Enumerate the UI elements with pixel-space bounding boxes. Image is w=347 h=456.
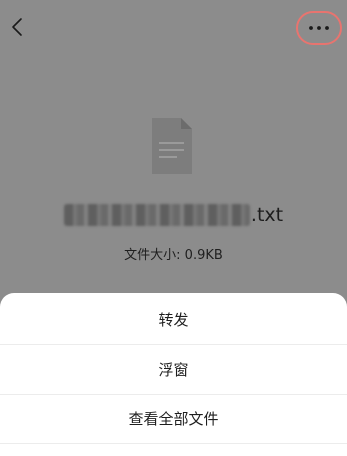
- file-preview-screen: .txt 文件大小: 0.9KB 转发 浮窗 查看全部文件: [0, 0, 347, 456]
- document-icon: [152, 118, 192, 174]
- chevron-left-icon: [12, 18, 22, 36]
- more-options-button[interactable]: [296, 11, 342, 45]
- more-horizontal-icon: [309, 26, 329, 30]
- back-button[interactable]: [4, 12, 30, 42]
- forward-option[interactable]: 转发: [0, 295, 347, 344]
- file-extension: .txt: [250, 204, 284, 226]
- action-sheet: 转发 浮窗 查看全部文件: [0, 293, 347, 456]
- file-size-label: 文件大小: 0.9KB: [124, 248, 223, 263]
- top-bar: [0, 0, 347, 56]
- view-all-files-option[interactable]: 查看全部文件: [0, 394, 347, 443]
- divider: [0, 443, 347, 444]
- floating-window-option[interactable]: 浮窗: [0, 345, 347, 394]
- file-name: .txt: [0, 200, 347, 230]
- redacted-file-name: [63, 204, 250, 226]
